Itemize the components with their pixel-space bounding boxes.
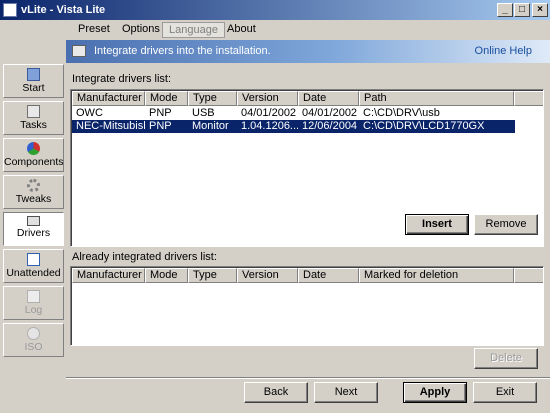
column-header[interactable]: Manufacturer [72, 91, 145, 106]
vlite-window: vLite - Vista Lite _ □ × Preset Options … [0, 0, 550, 413]
online-help-link[interactable]: Online Help [475, 45, 532, 57]
drive-icon [72, 45, 86, 57]
sidebar-item-start[interactable]: Start [3, 64, 64, 98]
column-header[interactable]: Manufacturer [72, 268, 145, 283]
cell-path: C:\CD\DRV\LCD1770GX [363, 120, 485, 132]
integrated-list-caption: Already integrated drivers list: [72, 251, 217, 263]
cell-mode: PNP [149, 107, 172, 119]
integrate-list-caption: Integrate drivers list: [72, 73, 172, 85]
cell-version: 1.04.1206... [241, 120, 298, 132]
next-button[interactable]: Next [314, 382, 378, 403]
unattended-icon [27, 253, 40, 266]
column-header[interactable]: Path [359, 91, 514, 106]
app-icon [3, 3, 17, 17]
column-header[interactable]: Type [188, 268, 237, 283]
table-row[interactable]: NEC-Mitsubishi PNP Monitor 1.04.1206... … [72, 120, 515, 133]
back-button[interactable]: Back [244, 382, 308, 403]
sidebar-item-log[interactable]: Log [3, 286, 64, 320]
list-header: Manufacturer Mode Type Version Date Mark… [72, 268, 543, 283]
table-row[interactable]: OWC PNP USB 04/01/2002 04/01/2002 C:\CD\… [72, 107, 515, 120]
cell-manufacturer: OWC [76, 107, 103, 119]
minimize-button[interactable]: _ [497, 3, 513, 17]
sidebar-item-label: Start [22, 82, 45, 94]
footer-divider [66, 377, 550, 379]
banner-text: Integrate drivers into the installation. [94, 45, 271, 57]
integrate-drivers-list[interactable]: Manufacturer Mode Type Version Date Path… [70, 89, 544, 247]
title-bar[interactable]: vLite - Vista Lite _ □ × [0, 0, 550, 20]
list-header: Manufacturer Mode Type Version Date Path [72, 91, 543, 106]
exit-button[interactable]: Exit [473, 382, 537, 403]
sidebar-item-label: Tweaks [15, 193, 52, 205]
sidebar-item-tasks[interactable]: Tasks [3, 101, 64, 135]
menu-bar: Preset Options Language About [66, 20, 550, 40]
column-header[interactable]: Marked for deletion [359, 268, 514, 283]
column-header[interactable]: Version [237, 91, 298, 106]
sidebar-item-label: Components [4, 156, 64, 168]
integrated-drivers-list[interactable]: Manufacturer Mode Type Version Date Mark… [70, 266, 544, 346]
remove-button[interactable]: Remove [474, 214, 538, 235]
cell-mode: PNP [149, 120, 172, 132]
cell-type: Monitor [192, 120, 229, 132]
sidebar-item-label: Unattended [6, 267, 61, 279]
sidebar-item-label: ISO [24, 341, 43, 353]
menu-about[interactable]: About [221, 22, 262, 38]
menu-options[interactable]: Options [116, 22, 166, 38]
column-header-filler [514, 268, 543, 283]
drivers-icon [27, 216, 40, 226]
maximize-button[interactable]: □ [514, 3, 530, 17]
log-icon [27, 290, 40, 303]
column-header[interactable]: Mode [145, 268, 188, 283]
sidebar-item-label: Drivers [16, 227, 51, 239]
sidebar: Start Tasks Components Tweaks Drivers Un… [0, 20, 66, 413]
tasks-icon [27, 105, 40, 118]
sidebar-item-tweaks[interactable]: Tweaks [3, 175, 64, 209]
cell-type: USB [192, 107, 215, 119]
delete-button[interactable]: Delete [474, 348, 538, 369]
sidebar-item-components[interactable]: Components [3, 138, 64, 172]
sidebar-item-label: Log [24, 304, 43, 316]
main-panel: Integrate drivers into the installation.… [66, 40, 550, 413]
window-title: vLite - Vista Lite [21, 4, 106, 16]
cell-version: 04/01/2002 [241, 107, 297, 119]
column-header-filler [514, 91, 543, 106]
cell-path: C:\CD\DRV\usb [363, 107, 440, 119]
sidebar-item-iso[interactable]: ISO [3, 323, 64, 357]
sidebar-item-label: Tasks [20, 119, 47, 131]
column-header[interactable]: Date [298, 91, 359, 106]
menu-preset[interactable]: Preset [72, 22, 116, 38]
info-banner: Integrate drivers into the installation.… [66, 40, 550, 63]
apply-button[interactable]: Apply [403, 382, 467, 403]
components-icon [27, 142, 40, 155]
column-header[interactable]: Date [298, 268, 359, 283]
cell-date: 12/06/2004 [302, 120, 358, 132]
menu-language[interactable]: Language [162, 22, 225, 38]
tweaks-icon [27, 179, 40, 192]
sidebar-item-unattended[interactable]: Unattended [3, 249, 64, 283]
sidebar-item-drivers[interactable]: Drivers [3, 212, 64, 246]
close-button[interactable]: × [532, 3, 548, 17]
cell-date: 04/01/2002 [302, 107, 358, 119]
column-header[interactable]: Version [237, 268, 298, 283]
insert-button[interactable]: Insert [405, 214, 469, 235]
column-header[interactable]: Mode [145, 91, 188, 106]
cell-manufacturer: NEC-Mitsubishi [76, 120, 145, 132]
column-header[interactable]: Type [188, 91, 237, 106]
start-icon [27, 68, 40, 81]
iso-icon [27, 327, 40, 340]
